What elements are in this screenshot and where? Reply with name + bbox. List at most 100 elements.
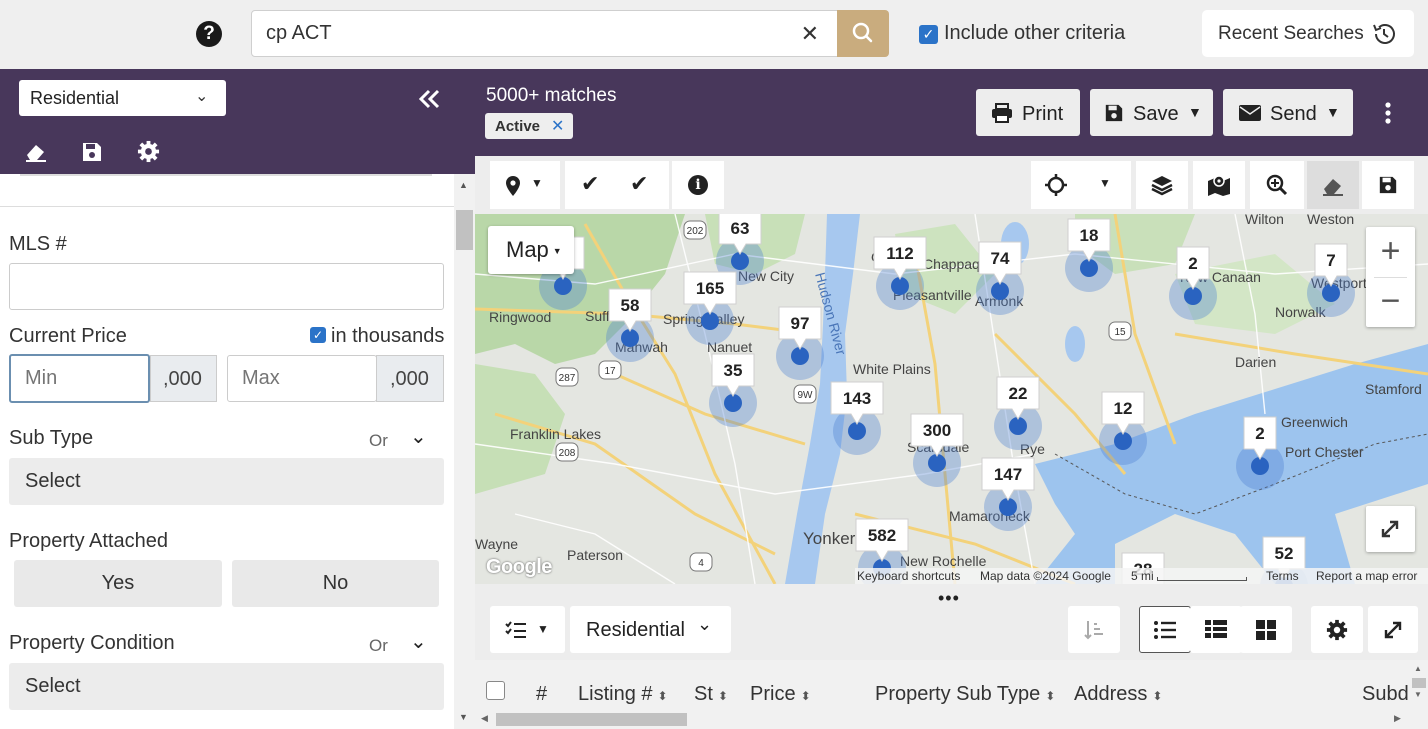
map-footer-terms[interactable]: Terms [1266, 569, 1299, 583]
map-cluster-marker[interactable]: 300 [910, 413, 964, 487]
map-footer-error[interactable]: Report a map error [1316, 569, 1417, 583]
map-footer-shortcuts[interactable]: Keyboard shortcuts [857, 569, 960, 583]
grid-view-button[interactable] [1240, 606, 1292, 653]
info-button[interactable]: i [672, 161, 724, 209]
grid-icon [1256, 620, 1276, 640]
draw-pin-button[interactable]: ▼ [490, 161, 560, 209]
map-cluster-marker[interactable]: 147 [981, 457, 1035, 531]
property-type-select[interactable]: Residential ⌄ [19, 80, 226, 116]
scroll-down-icon[interactable]: ▼ [459, 712, 468, 722]
attached-yes-button[interactable]: Yes [14, 560, 222, 607]
search-input[interactable] [266, 11, 786, 56]
close-icon[interactable]: ✕ [551, 116, 564, 136]
save-map-button[interactable] [1362, 161, 1414, 209]
condition-select[interactable]: Select [9, 663, 444, 710]
clear-map-button[interactable] [1307, 161, 1359, 209]
condition-or[interactable]: Or [369, 636, 388, 656]
recent-searches-button[interactable]: Recent Searches [1202, 10, 1414, 57]
table-vscrollbar[interactable]: ▲ ▼ [1410, 660, 1428, 716]
max-price-input[interactable] [227, 355, 377, 402]
save-icon [1105, 104, 1123, 122]
eraser-icon[interactable] [24, 141, 48, 163]
thousands-checkbox[interactable]: ✓ [310, 327, 326, 343]
map-cluster-marker[interactable]: 112 [873, 236, 927, 310]
zoom-controls: + − [1366, 227, 1415, 327]
map-cluster-marker[interactable]: 74 [976, 241, 1024, 315]
question-circle-icon[interactable]: ? [196, 21, 222, 47]
svg-text:7: 7 [1326, 251, 1335, 270]
col-address[interactable]: Address ⬍ [1074, 683, 1162, 706]
map-cluster-marker[interactable]: 12 [1099, 391, 1147, 465]
chevron-down-icon: ⌄ [195, 88, 209, 105]
select-button[interactable]: ✔ [565, 161, 617, 209]
scroll-up-icon[interactable]: ▲ [1414, 664, 1422, 673]
map-cluster-marker[interactable]: 22 [994, 376, 1042, 450]
map-cluster-marker[interactable]: 35 [709, 353, 757, 427]
print-label: Print [1022, 103, 1064, 125]
search-button[interactable] [837, 10, 889, 57]
map-place-label: Darien [1235, 354, 1276, 370]
include-criteria-checkbox[interactable]: ✓ [919, 25, 938, 44]
map-cluster-marker[interactable]: 18 [1065, 218, 1113, 292]
scroll-right-icon[interactable]: ▶ [1394, 713, 1401, 724]
print-button[interactable]: Print [976, 89, 1080, 136]
send-button[interactable]: Send ▼ [1223, 89, 1353, 136]
map-type-button[interactable]: Map ▼ [488, 226, 574, 274]
layers-button[interactable] [1136, 161, 1188, 209]
scroll-down-icon[interactable]: ▼ [1414, 690, 1422, 699]
col-subdivision[interactable]: Subd [1362, 683, 1408, 706]
col-price[interactable]: Price ⬍ [750, 683, 811, 706]
map-cluster-marker[interactable]: 165 [683, 271, 737, 345]
table-view-button[interactable] [1190, 606, 1242, 653]
map-canvas[interactable]: WiltonWestonNew CanaanWestportNorwalkOss… [475, 214, 1428, 584]
list-view-button[interactable] [1139, 606, 1191, 653]
resize-handle[interactable]: ••• [938, 588, 960, 609]
scroll-thumb[interactable] [496, 713, 687, 726]
list-options-button[interactable]: ▼ [490, 606, 565, 653]
col-listing[interactable]: Listing # ⬍ [578, 683, 668, 706]
chevron-down-icon[interactable]: ⌄ [410, 629, 427, 654]
double-check-icon: ✔ [630, 171, 649, 196]
locate-button[interactable]: ▼ [1031, 161, 1131, 209]
zoom-in-button[interactable]: + [1366, 227, 1415, 277]
chevron-down-icon[interactable]: ⌄ [410, 424, 427, 449]
map-cluster-marker[interactable]: 58 [606, 288, 654, 362]
fullscreen-button[interactable] [1366, 506, 1415, 552]
select-all-checkbox[interactable] [486, 681, 505, 700]
sort-button[interactable] [1068, 606, 1120, 653]
map-marker-icon [506, 176, 520, 196]
map-areas-button[interactable] [1193, 161, 1245, 209]
svg-text:287: 287 [559, 373, 576, 384]
scroll-up-icon[interactable]: ▲ [459, 180, 468, 190]
min-price-input[interactable] [9, 354, 150, 403]
col-subtype[interactable]: Property Sub Type ⬍ [875, 683, 1055, 706]
collapse-panel-icon[interactable] [418, 88, 442, 110]
scroll-thumb[interactable] [1412, 678, 1426, 688]
zoom-button[interactable] [1250, 161, 1304, 209]
scroll-thumb[interactable] [456, 210, 473, 250]
table-hscrollbar[interactable]: ◀ ▶ [475, 710, 1410, 729]
svg-text:22: 22 [1009, 384, 1028, 403]
scroll-left-icon[interactable]: ◀ [481, 713, 488, 724]
clear-icon[interactable]: ✕ [801, 21, 819, 47]
map-view[interactable]: WiltonWestonNew CanaanWestportNorwalkOss… [475, 214, 1428, 584]
attached-no-button[interactable]: No [232, 560, 439, 607]
sub-type-or[interactable]: Or [369, 431, 388, 451]
grid-settings-button[interactable] [1311, 606, 1363, 653]
col-status[interactable]: St ⬍ [694, 683, 728, 706]
left-scrollbar[interactable]: ▲ ▼ [454, 174, 475, 729]
save-button[interactable]: Save ▼ [1090, 89, 1213, 136]
map-cluster-marker[interactable]: 143 [830, 381, 884, 455]
save-icon[interactable] [81, 141, 103, 163]
sort-icon: ⬍ [717, 689, 728, 703]
mls-input[interactable] [9, 263, 444, 310]
map-cluster-marker[interactable]: 97 [776, 306, 824, 380]
svg-text:202: 202 [687, 226, 704, 237]
more-vertical-icon[interactable] [1381, 101, 1395, 125]
select-all-button[interactable]: ✔ [617, 161, 669, 209]
expand-grid-button[interactable] [1368, 606, 1418, 653]
sub-type-select[interactable]: Select [9, 458, 444, 505]
zoom-out-button[interactable]: − [1366, 277, 1415, 327]
grid-type-select[interactable]: Residential ⌄ [570, 606, 731, 653]
gear-icon[interactable] [137, 140, 160, 163]
